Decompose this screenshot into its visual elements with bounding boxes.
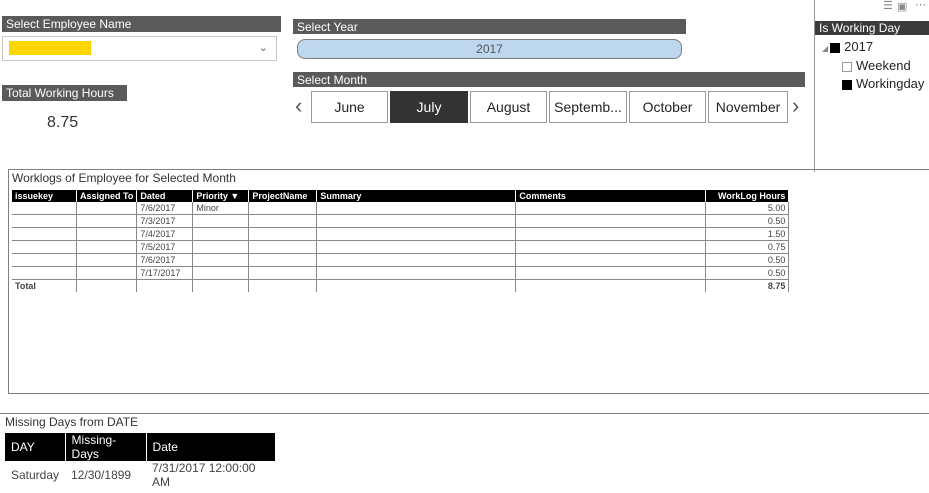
missing-days-title: Missing Days from DATE — [5, 415, 139, 429]
worklogs-title: Worklogs of Employee for Selected Month — [12, 171, 236, 185]
working-day-item-weekend[interactable]: Weekend — [842, 58, 911, 73]
employee-dropdown[interactable]: ⌄ — [2, 36, 277, 61]
table-row: 7/3/2017 0.50 — [12, 214, 790, 228]
sort-desc-icon: ▼ — [230, 191, 240, 201]
missing-days-table: DAY Missing-Days Date Saturday 12/30/189… — [5, 433, 276, 489]
col-comments[interactable]: Comments — [515, 190, 707, 202]
table-row: 7/4/2017 1.50 — [12, 227, 790, 241]
month-option-october[interactable]: October — [629, 91, 706, 123]
table-total-row: Total 8.75 — [12, 279, 790, 292]
month-option-july[interactable]: July — [390, 91, 468, 123]
col-date[interactable]: Date — [146, 433, 276, 461]
col-summary[interactable]: Summary — [316, 190, 517, 202]
table-row: Saturday 12/30/1899 7/31/2017 12:00:00 A… — [11, 461, 256, 489]
checkbox-empty-icon[interactable] — [842, 61, 852, 72]
chevron-down-icon: ⌄ — [258, 42, 268, 54]
focus-mode-icon[interactable]: ▣ — [897, 0, 907, 13]
col-worklog-hours[interactable]: WorkLog Hours — [705, 190, 790, 202]
total-hours-value: 8.75 — [47, 114, 79, 131]
table-row: 7/6/2017 0.50 — [12, 253, 790, 267]
col-priority[interactable]: Priority ▼ — [192, 190, 250, 202]
worklogs-table: issuekey Assigned To Dated Priority ▼ Pr… — [12, 190, 790, 292]
worklogs-table-wrap: issuekey Assigned To Dated Priority ▼ Pr… — [12, 190, 790, 292]
missing-days-table-wrap: DAY Missing-Days Date Saturday 12/30/189… — [5, 433, 276, 489]
employee-selected-value — [9, 41, 91, 55]
checkbox-partial-icon[interactable] — [830, 42, 841, 53]
chevron-right-icon[interactable]: › — [792, 91, 799, 121]
working-day-year-item[interactable]: ◢ 2017 — [822, 39, 873, 54]
month-slicer-header: Select Month — [293, 72, 805, 87]
month-option-june[interactable]: June — [311, 91, 388, 123]
checkbox-checked-icon[interactable] — [842, 79, 852, 90]
col-issuekey[interactable]: issuekey — [12, 190, 77, 202]
col-assigned-to[interactable]: Assigned To — [76, 190, 138, 202]
col-missing-days[interactable]: Missing-Days — [65, 433, 147, 461]
year-slicer-header: Select Year — [293, 19, 686, 34]
working-day-header: Is Working Day — [815, 21, 929, 35]
col-day[interactable]: DAY — [5, 433, 66, 461]
col-dated[interactable]: Dated — [136, 190, 194, 202]
working-day-item-workingday[interactable]: Workingday — [842, 76, 924, 91]
table-row: 7/5/2017 0.75 — [12, 240, 790, 254]
table-row: 7/17/2017 0.50 — [12, 266, 790, 280]
month-option-november[interactable]: November — [708, 91, 788, 123]
filter-lines-icon[interactable]: ☰ — [883, 0, 893, 12]
col-project-name[interactable]: ProjectName — [248, 190, 318, 202]
total-hours-header: Total Working Hours — [2, 85, 127, 101]
table-row: 7/6/2017 Minor 5.00 — [12, 202, 790, 215]
month-option-september[interactable]: Septemb... — [549, 91, 627, 123]
collapse-caret-icon[interactable]: ◢ — [822, 44, 828, 53]
chevron-left-icon[interactable]: ‹ — [295, 91, 302, 121]
month-option-august[interactable]: August — [470, 91, 547, 123]
year-slicer-button[interactable]: 2017 — [297, 39, 682, 59]
more-options-icon[interactable]: ⋯ — [915, 0, 926, 11]
employee-slicer-header: Select Employee Name — [2, 16, 281, 32]
